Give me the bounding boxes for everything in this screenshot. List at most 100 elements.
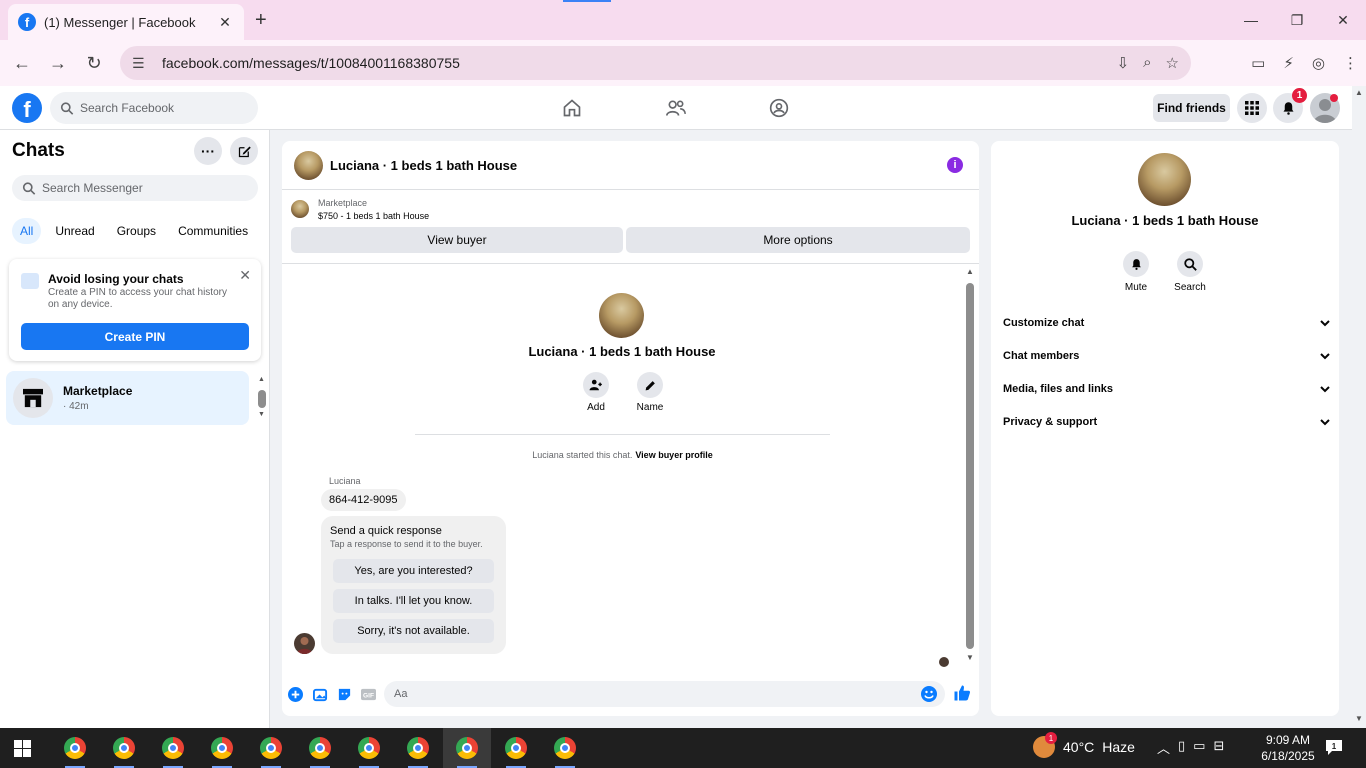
scrollbar-thumb[interactable] [966, 283, 974, 649]
compose-icon [238, 146, 251, 157]
bookmark-star-icon[interactable]: ☆ [1166, 54, 1179, 72]
new-tab-button[interactable]: + [255, 9, 267, 32]
plus-icon[interactable] [288, 687, 303, 702]
customize-chat-section[interactable]: Customize chat [1003, 312, 1330, 334]
chat-members-section[interactable]: Chat members [1003, 345, 1330, 367]
privacy-support-section[interactable]: Privacy & support [1003, 411, 1330, 433]
close-icon[interactable]: ✕ [239, 267, 251, 284]
chrome-icon [456, 737, 478, 759]
cast-icon[interactable]: ▭ [1251, 54, 1265, 72]
name-label: Name [636, 402, 664, 413]
message-bubble[interactable]: 864-412-9095 [321, 489, 406, 511]
page-scrollbar[interactable]: ▲ ▼ [1352, 86, 1366, 728]
message-composer: GIF Aa [282, 678, 979, 710]
taskbar-chrome-9[interactable] [443, 728, 491, 768]
quick-reply-in-talks[interactable]: In talks. I'll let you know. [333, 589, 494, 613]
weather-temp: 40°C [1063, 739, 1095, 755]
address-bar[interactable]: ☰ facebook.com/messages/t/10084001168380… [120, 46, 1191, 80]
taskbar-chrome-4[interactable] [198, 728, 246, 768]
find-friends-button[interactable]: Find friends [1153, 94, 1230, 122]
browser-tab-strip: f (1) Messenger | Facebook ✕ + — ❐ ✕ [0, 0, 1366, 40]
home-icon[interactable] [559, 95, 585, 121]
url-text[interactable]: facebook.com/messages/t/1008400116838075… [162, 55, 1117, 71]
groups-icon[interactable] [766, 95, 792, 121]
filter-groups[interactable]: Groups [109, 218, 164, 244]
chevron-down-icon [1320, 352, 1330, 359]
restore-button[interactable]: ❐ [1274, 0, 1320, 40]
taskbar-chrome-8[interactable] [394, 728, 442, 768]
profile-icon[interactable]: ◎ [1312, 54, 1325, 72]
site-settings-icon[interactable]: ☰ [132, 55, 156, 72]
emoji-icon[interactable] [921, 686, 937, 702]
taskbar-clock[interactable]: 9:09 AM 6/18/2025 [1258, 732, 1318, 764]
friends-icon[interactable] [663, 95, 689, 121]
close-window-button[interactable]: ✕ [1320, 0, 1366, 40]
name-action[interactable]: Name [630, 372, 670, 413]
messenger-search-input[interactable]: Search Messenger [12, 175, 258, 201]
chevron-up-icon[interactable]: ︿ [1157, 738, 1170, 757]
back-button[interactable]: ← [4, 45, 40, 81]
media-files-links-section[interactable]: Media, files and links [1003, 378, 1330, 400]
view-buyer-button[interactable]: View buyer [291, 227, 623, 253]
network-icon[interactable]: ⊟ [1213, 738, 1224, 757]
taskbar-chrome-11[interactable] [541, 728, 589, 768]
quick-reply-interested[interactable]: Yes, are you interested? [333, 559, 494, 583]
zoom-icon[interactable]: ⌕ [1143, 54, 1151, 72]
close-tab-icon[interactable]: ✕ [216, 14, 234, 31]
taskbar-chrome-6[interactable] [296, 728, 344, 768]
more-options-button[interactable]: More options [626, 227, 970, 253]
forward-button[interactable]: → [40, 45, 76, 81]
chats-scrollbar[interactable]: ▲ ▼ [257, 376, 267, 420]
chrome-icon [309, 737, 331, 759]
section-label: Media, files and links [1003, 383, 1114, 395]
taskbar-chrome-7[interactable] [345, 728, 393, 768]
add-action[interactable]: Add [576, 372, 616, 413]
windows-start-icon[interactable] [14, 740, 31, 757]
facebook-logo-icon[interactable]: f [12, 93, 42, 123]
install-app-icon[interactable]: ⇩ [1117, 54, 1130, 72]
extension-icons: ▭ ⚡ ◎ ⋮ [1251, 46, 1358, 80]
facebook-search-input[interactable]: Search Facebook [50, 92, 258, 124]
info-icon[interactable]: i [947, 157, 963, 173]
taskbar-chrome-1[interactable] [51, 728, 99, 768]
filter-unread[interactable]: Unread [47, 218, 102, 244]
taskbar-chrome-2[interactable] [100, 728, 148, 768]
chevron-down-icon [1320, 418, 1330, 425]
chats-options-button[interactable]: ··· [194, 137, 222, 165]
conversation-avatar[interactable] [294, 151, 323, 180]
gif-icon[interactable]: GIF [361, 687, 376, 702]
tab-title: (1) Messenger | Facebook [44, 14, 196, 30]
search-icon [1177, 251, 1203, 277]
taskbar-chrome-5[interactable] [247, 728, 295, 768]
photo-icon[interactable] [313, 687, 328, 702]
message-input[interactable]: Aa [384, 681, 945, 707]
thumbs-up-icon[interactable] [953, 684, 971, 702]
new-message-button[interactable] [230, 137, 258, 165]
menu-kebab-icon[interactable]: ⋮ [1343, 54, 1358, 72]
performance-icon[interactable]: ⚡ [1283, 54, 1294, 72]
tray-device-icon[interactable]: ▯ [1178, 738, 1185, 757]
quick-reply-not-available[interactable]: Sorry, it's not available. [333, 619, 494, 643]
chat-details-panel: Luciana · 1 beds 1 bath House Mute Searc… [991, 141, 1339, 716]
add-label: Add [587, 402, 605, 413]
taskbar-chrome-10[interactable] [492, 728, 540, 768]
menu-grid-icon[interactable] [1237, 93, 1267, 123]
mute-action[interactable]: Mute [1111, 251, 1161, 293]
reload-button[interactable]: ↻ [76, 45, 112, 81]
minimize-button[interactable]: — [1228, 0, 1274, 40]
weather-widget[interactable]: 1 40°C Haze [1033, 732, 1135, 758]
notification-center-icon[interactable]: 1 [1325, 738, 1343, 756]
browser-tab[interactable]: f (1) Messenger | Facebook ✕ [8, 4, 244, 40]
chat-backup-icon [21, 273, 39, 289]
battery-icon[interactable]: ▭ [1193, 738, 1205, 757]
view-buyer-profile-link[interactable]: View buyer profile [635, 450, 712, 460]
sticker-icon[interactable] [337, 687, 352, 702]
chat-list-item[interactable]: Marketplace · 42m [6, 371, 249, 425]
search-action[interactable]: Search [1165, 251, 1215, 293]
thread-scrollbar[interactable]: ▲ ▼ [965, 267, 975, 663]
conversation-title[interactable]: Luciana · 1 beds 1 bath House [330, 158, 517, 173]
create-pin-button[interactable]: Create PIN [21, 323, 249, 350]
filter-all[interactable]: All [12, 218, 42, 244]
taskbar-chrome-3[interactable] [149, 728, 197, 768]
filter-communities[interactable]: Communities [170, 218, 256, 244]
